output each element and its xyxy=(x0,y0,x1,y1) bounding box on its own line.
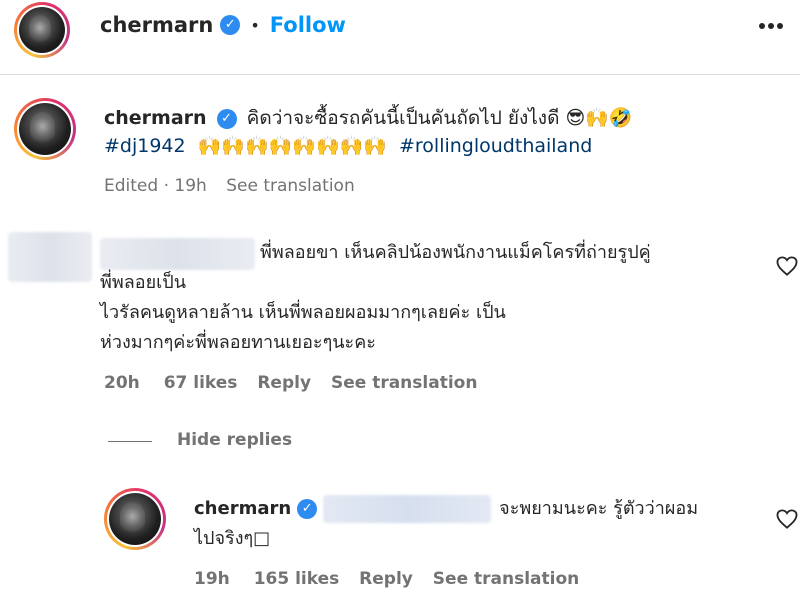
avatar-image xyxy=(109,493,161,545)
header-separator: • xyxy=(250,15,260,35)
caption-text: คิดว่าจะซื้อรถคันนี้เป็นคันถัดไป ยังไงดี… xyxy=(246,107,633,129)
verified-badge-icon: ✓ xyxy=(220,15,241,35)
reply-button[interactable]: Reply xyxy=(257,373,311,393)
header-username[interactable]: chermarn xyxy=(100,13,213,37)
comment-text-line: พี่พลอยเป็น xyxy=(100,272,187,293)
commenter-avatar-blurred[interactable] xyxy=(8,232,92,282)
reply-likes[interactable]: 165 likes xyxy=(254,569,340,589)
reply-time: 19h xyxy=(194,569,230,589)
hide-replies-button[interactable]: Hide replies xyxy=(177,430,292,450)
like-heart-icon[interactable] xyxy=(776,509,798,529)
comment-text-line: ไวรัลคนดูหลายล้าน เห็นพี่พลอยผอมมากๆเลยค… xyxy=(100,302,506,323)
comment-time: 20h xyxy=(104,373,140,393)
more-horizontal-icon[interactable] xyxy=(756,14,786,38)
reply-avatar[interactable] xyxy=(104,488,166,550)
comment-body: พี่พลอยขา เห็นคลิปน้องพนักงานแม็คโครที่ถ… xyxy=(100,238,750,358)
edited-timestamp: Edited · 19h xyxy=(104,176,207,196)
like-heart-icon[interactable] xyxy=(776,256,798,276)
comment-likes[interactable]: 67 likes xyxy=(164,373,238,393)
comment-meta: 20h 67 likes Reply See translation xyxy=(104,373,477,393)
reply-button[interactable]: Reply xyxy=(359,569,413,589)
hide-replies-line xyxy=(108,441,152,442)
header-avatar[interactable] xyxy=(14,2,70,58)
reply-meta: 19h 165 likes Reply See translation xyxy=(194,569,579,589)
hashtag-link[interactable]: #dj1942 xyxy=(104,135,186,157)
comment-text-line: ห่วงมากๆค่ะพี่พลอยทานเยอะๆนะคะ xyxy=(100,332,376,353)
see-translation-link[interactable]: See translation xyxy=(226,176,355,196)
reply-text-line: ไปจริงๆ□ xyxy=(194,528,271,549)
follow-button[interactable]: Follow xyxy=(270,13,346,37)
caption-avatar[interactable] xyxy=(14,98,76,160)
hashtag-link[interactable]: #rollingloudthailand xyxy=(399,135,592,157)
caption-emojis: 🙌🙌🙌🙌🙌🙌🙌🙌 xyxy=(197,135,387,157)
avatar-image xyxy=(19,103,71,155)
reply-username[interactable]: chermarn xyxy=(194,494,291,524)
see-translation-link[interactable]: See translation xyxy=(433,569,579,589)
header-divider xyxy=(0,74,800,75)
reply-text-line: จะพยามนะคะ รู้ตัวว่าผอม xyxy=(499,498,699,519)
comment-text-line: พี่พลอยขา เห็นคลิปน้องพนักงานแม็คโครที่ถ… xyxy=(260,242,651,263)
avatar-image xyxy=(19,7,65,53)
caption-username[interactable]: chermarn xyxy=(104,107,207,129)
verified-badge-icon: ✓ xyxy=(297,499,318,519)
see-translation-link[interactable]: See translation xyxy=(331,373,477,393)
post-header: chermarn ✓ • Follow xyxy=(100,10,346,40)
caption-body: chermarn ✓ คิดว่าจะซื้อรถคันนี้เป็นคันถั… xyxy=(104,104,784,160)
caption-meta: Edited · 19h See translation xyxy=(104,176,355,196)
reply-body: chermarn ✓ จะพยามนะคะ รู้ตัวว่าผอม ไปจริ… xyxy=(194,494,764,554)
mention-blurred[interactable] xyxy=(323,495,492,523)
verified-badge-icon: ✓ xyxy=(216,108,237,129)
